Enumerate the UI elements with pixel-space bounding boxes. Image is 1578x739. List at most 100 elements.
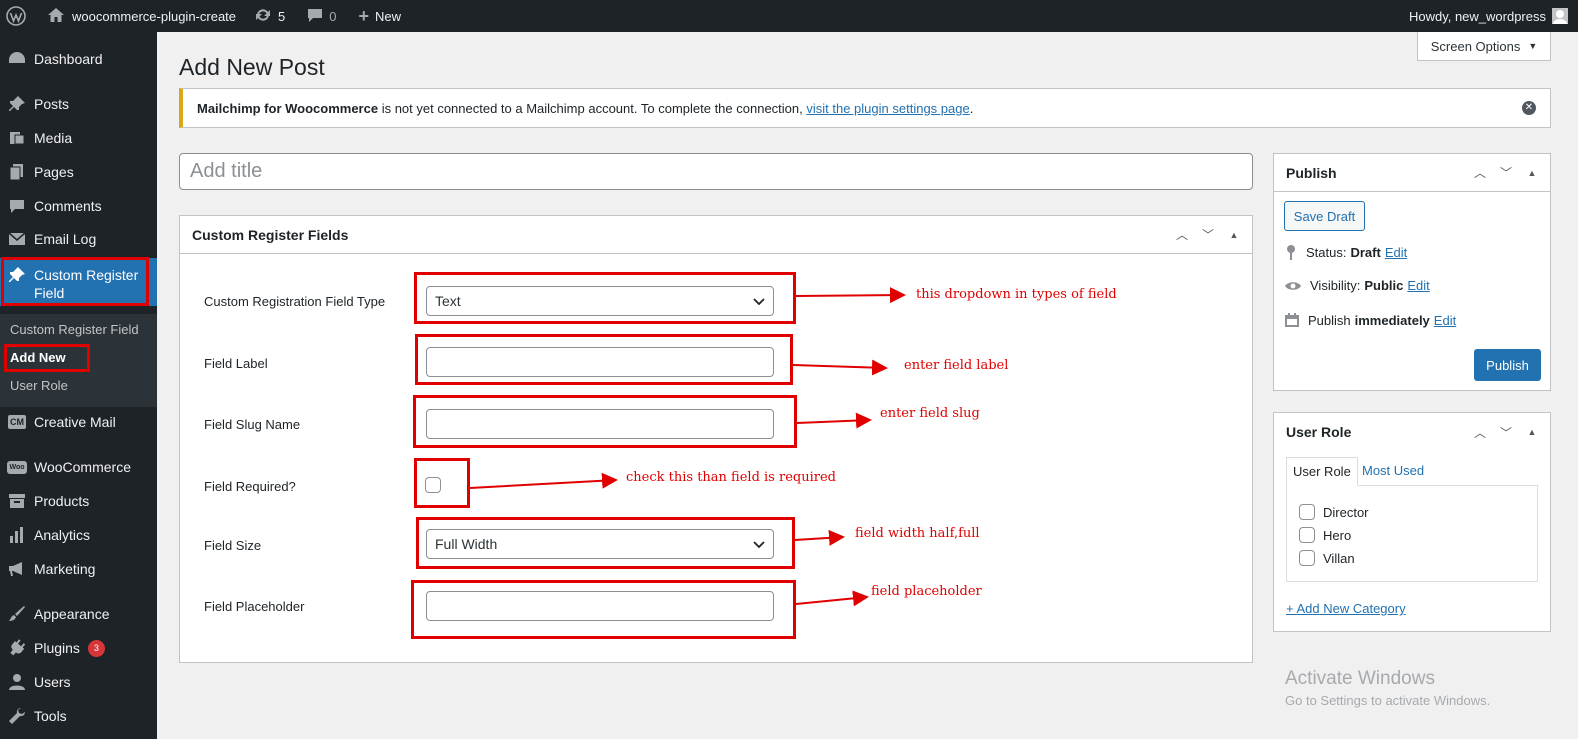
postbox-title: Publish — [1286, 164, 1337, 181]
menu-marketing[interactable]: Marketing — [0, 561, 157, 577]
postbox-handles: ︿ ﹀ ▲ — [1470, 424, 1550, 441]
wrench-icon — [0, 707, 34, 725]
menu-products[interactable]: Products — [0, 493, 157, 509]
menu-tools[interactable]: Tools — [0, 707, 157, 725]
screen-options-button[interactable]: Screen Options ▼ — [1417, 32, 1551, 61]
edit-visibility-link[interactable]: Edit — [1407, 278, 1429, 293]
publish-label: Publish — [1308, 312, 1351, 328]
move-down-icon[interactable]: ﹀ — [1496, 424, 1516, 441]
status-label: Status: — [1306, 244, 1347, 260]
menu-posts[interactable]: Posts — [0, 95, 157, 113]
field-placeholder-input[interactable] — [426, 591, 774, 621]
edit-date-link[interactable]: Edit — [1434, 313, 1456, 328]
postbox-title: Custom Register Fields — [192, 226, 349, 243]
tab-most-used[interactable]: Most Used — [1356, 457, 1430, 484]
admin-side-menu: Dashboard Posts Media Pages Comments Ema… — [0, 32, 157, 739]
menu-comments[interactable]: Comments — [0, 197, 157, 215]
submenu-user-role[interactable]: User Role — [10, 378, 68, 393]
edit-status-link[interactable]: Edit — [1385, 245, 1407, 260]
menu-pages[interactable]: Pages — [0, 163, 157, 181]
bar-chart-icon — [0, 527, 34, 543]
role-item-villan[interactable]: Villan — [1299, 550, 1355, 566]
dismiss-close-icon[interactable]: ✕ — [1522, 101, 1536, 115]
menu-appearance[interactable]: Appearance — [0, 605, 157, 623]
submenu-add-new[interactable]: Add New — [10, 350, 66, 365]
field-label-label: Field Label — [204, 356, 268, 371]
menu-label: Media — [34, 130, 73, 146]
field-type-select[interactable]: Text — [426, 286, 774, 316]
role-item-director[interactable]: Director — [1299, 504, 1369, 520]
field-placeholder-label: Field Placeholder — [204, 599, 305, 614]
role-item-hero[interactable]: Hero — [1299, 527, 1351, 543]
chevron-down-icon — [753, 293, 765, 309]
move-up-icon[interactable]: ︿ — [1470, 424, 1490, 441]
comments-count: 0 — [329, 8, 337, 24]
eye-icon — [1285, 281, 1301, 290]
submenu-custom-register-field[interactable]: Custom Register Field — [10, 322, 139, 337]
annotation-slug: enter field slug — [880, 406, 980, 421]
site-name: woocommerce-plugin-create — [72, 8, 237, 24]
toggle-panel-icon[interactable]: ▲ — [1522, 168, 1542, 178]
annotation-label: enter field label — [904, 358, 1009, 373]
postbox-header: Custom Register Fields ︿ ﹀ ▲ — [180, 216, 1252, 254]
field-required-label: Field Required? — [204, 479, 296, 494]
menu-label: Custom Register Field — [34, 267, 139, 301]
field-size-value: Full Width — [435, 536, 498, 552]
move-down-icon[interactable]: ﹀ — [1198, 226, 1218, 243]
field-required-checkbox[interactable] — [425, 477, 441, 493]
menu-analytics[interactable]: Analytics — [0, 527, 157, 543]
field-slug-input[interactable] — [426, 409, 774, 439]
menu-label: Products — [34, 493, 90, 509]
plus-icon: + — [358, 5, 369, 26]
toggle-panel-icon[interactable]: ▲ — [1522, 427, 1542, 437]
save-draft-button[interactable]: Save Draft — [1284, 201, 1365, 231]
role-checkbox[interactable] — [1299, 527, 1315, 543]
notice-body: is not yet connected to a Mailchimp acco… — [378, 100, 807, 116]
notice-end: . — [969, 100, 974, 116]
menu-email-log[interactable]: Email Log — [0, 231, 157, 247]
caret-down-icon: ▼ — [1528, 41, 1538, 51]
move-up-icon[interactable]: ︿ — [1470, 164, 1490, 181]
tab-user-role[interactable]: User Role — [1286, 457, 1358, 486]
field-type-value: Text — [435, 293, 461, 309]
wordpress-logo-icon[interactable] — [0, 0, 34, 32]
menu-custom-register-field[interactable]: Custom Register Field — [0, 258, 157, 306]
creative-mail-icon-text: CM — [8, 415, 26, 429]
menu-users[interactable]: Users — [0, 673, 157, 691]
notice-settings-link[interactable]: visit the plugin settings page — [806, 101, 969, 116]
role-label: Director — [1323, 504, 1369, 520]
post-title-input[interactable] — [179, 153, 1253, 190]
postbox-header: User Role ︿ ﹀ ▲ — [1274, 413, 1550, 451]
add-new-category-link[interactable]: + Add New Category — [1286, 601, 1406, 616]
menu-creative-mail[interactable]: CM Creative Mail — [0, 414, 157, 430]
updates-link[interactable]: 5 — [244, 0, 293, 32]
move-down-icon[interactable]: ﹀ — [1496, 164, 1516, 181]
menu-woocommerce[interactable]: Woo WooCommerce — [0, 459, 157, 475]
comment-bubble-icon — [0, 197, 34, 215]
toggle-panel-icon[interactable]: ▲ — [1224, 230, 1244, 240]
field-slug-label: Field Slug Name — [204, 417, 301, 432]
menu-label: Marketing — [34, 561, 96, 577]
site-name-link[interactable]: woocommerce-plugin-create — [34, 0, 244, 32]
menu-dashboard[interactable]: Dashboard — [0, 50, 157, 68]
pages-icon — [0, 163, 34, 181]
calendar-icon — [1285, 313, 1299, 327]
role-checkbox[interactable] — [1299, 504, 1315, 520]
comments-link[interactable]: 0 — [293, 0, 344, 32]
menu-media[interactable]: Media — [0, 129, 157, 147]
menu-label: Appearance — [34, 606, 110, 622]
annotation-required: check this than field is required — [626, 470, 836, 485]
my-account[interactable]: Howdy, new_wordpress — [1409, 0, 1578, 32]
updates-icon — [254, 7, 272, 26]
avatar — [1552, 8, 1568, 24]
field-size-select[interactable]: Full Width — [426, 529, 774, 559]
move-up-icon[interactable]: ︿ — [1172, 226, 1192, 243]
field-label-input[interactable] — [426, 347, 774, 377]
menu-plugins[interactable]: Plugins 3 — [0, 639, 157, 657]
role-checkbox[interactable] — [1299, 550, 1315, 566]
new-content-link[interactable]: + New — [344, 0, 409, 32]
role-label: Hero — [1323, 527, 1352, 543]
user-icon — [0, 673, 34, 691]
menu-label: Posts — [34, 96, 70, 112]
publish-button[interactable]: Publish — [1474, 349, 1541, 381]
